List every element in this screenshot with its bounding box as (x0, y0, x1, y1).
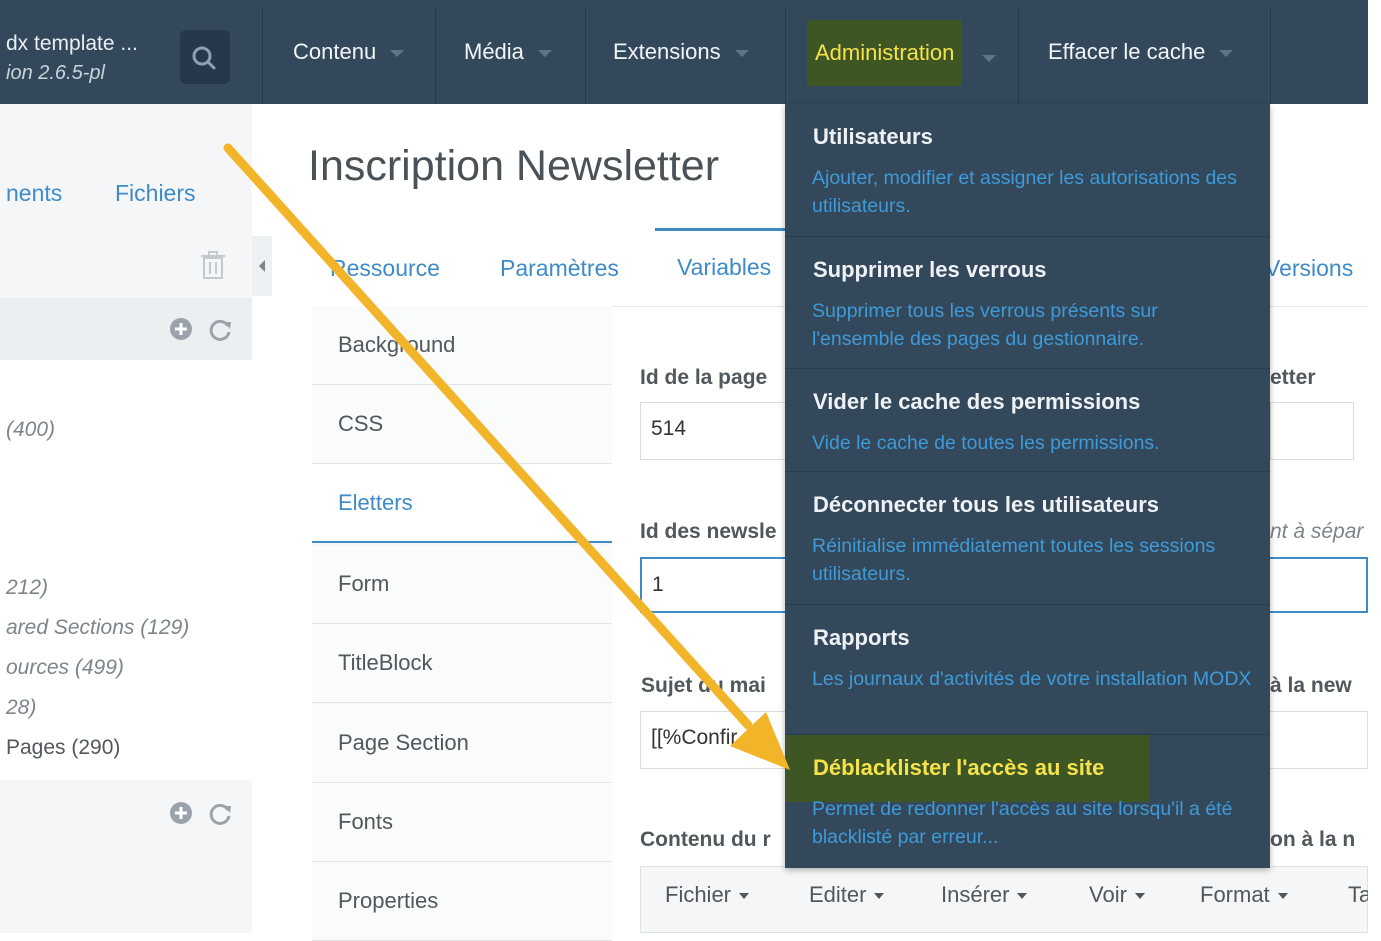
vtab-background[interactable]: Background (312, 306, 612, 385)
tree-node[interactable]: 212) (6, 576, 48, 600)
nav-divider (1270, 8, 1271, 104)
menu-item-desc: Réinitialise immédiatement toutes les se… (812, 535, 1216, 585)
menu-item-title: Déconnecter tous les utilisateurs (813, 492, 1159, 517)
menu-item-title: Supprimer les verrous (813, 257, 1047, 282)
caret-down-icon (390, 50, 405, 57)
caret-down-icon (537, 50, 552, 57)
nav-divider (435, 8, 436, 104)
nav-contenu[interactable]: Contenu (293, 0, 405, 104)
menu-item-deconnecter-utilisateurs[interactable]: Déconnecter tous les utilisateurs Réinit… (785, 472, 1270, 605)
refresh-icon[interactable] (206, 316, 234, 351)
newsletter-ids-label: Id des newsle (640, 520, 777, 543)
caret-down-icon (734, 50, 749, 57)
tree-node[interactable]: 28) (6, 696, 36, 720)
mail-content-label: Contenu du r (640, 828, 771, 851)
tree-tab-files[interactable]: Fichiers (115, 180, 196, 207)
trash-icon[interactable] (200, 250, 226, 287)
caret-down-icon (739, 893, 750, 900)
page-title: Inscription Newsletter (308, 142, 720, 190)
menu-item-supprimer-verrous[interactable]: Supprimer les verrous Supprimer tous les… (785, 237, 1270, 369)
menu-item-desc: Vide le cache de toutes les permissions. (812, 432, 1160, 454)
tree-tab-elements[interactable]: nents (6, 180, 62, 207)
tab-ressource[interactable]: Ressource (330, 255, 440, 282)
nav-extensions[interactable]: Extensions (613, 0, 749, 104)
nav-divider (785, 8, 786, 104)
tab-variables[interactable]: Variables (677, 254, 771, 281)
nav-divider (262, 8, 263, 104)
add-icon[interactable] (168, 316, 194, 349)
vtab-form[interactable]: Form (312, 545, 612, 624)
vtab-properties[interactable]: Properties (312, 862, 612, 941)
add-icon[interactable] (168, 800, 194, 833)
page-edge (1368, 0, 1381, 933)
menu-item-desc: Les journaux d'activités de votre instal… (812, 668, 1252, 690)
collapse-tree-handle[interactable] (252, 236, 272, 296)
vtab-fonts[interactable]: Fonts (312, 783, 612, 862)
editor-menu-voir[interactable]: Voir (1089, 882, 1145, 908)
menu-item-deblacklister[interactable]: Déblacklister l'accès au site Permet de … (785, 735, 1270, 868)
editor-menu-inserer[interactable]: Insérer (941, 882, 1028, 908)
vtab-page-section[interactable]: Page Section (312, 704, 612, 783)
editor-menu-editer[interactable]: Editer (809, 882, 885, 908)
caret-down-icon (1277, 893, 1288, 900)
editor-menu-format[interactable]: Format (1200, 882, 1288, 908)
chevron-left-icon (259, 260, 265, 272)
search-icon (192, 46, 216, 70)
menu-item-desc: Permet de redonner l'accès au site lorsq… (812, 798, 1233, 848)
mail-subject-label: Sujet du mai (641, 674, 766, 697)
refresh-icon[interactable] (206, 800, 234, 835)
caret-down-icon (1134, 893, 1145, 900)
field-input-right[interactable] (1270, 402, 1354, 460)
nav-divider (585, 8, 586, 104)
nav-divider (1018, 8, 1019, 104)
caret-down-icon (1017, 893, 1028, 900)
nav-effacer-cache[interactable]: Effacer le cache (1048, 0, 1234, 104)
editor-menu-fichier[interactable]: Fichier (665, 882, 750, 908)
administration-dropdown: Utilisateurs Ajouter, modifier et assign… (785, 104, 1270, 868)
tree-node[interactable]: (400) (6, 418, 55, 442)
caret-down-icon (982, 55, 996, 62)
menu-item-vider-cache-permissions[interactable]: Vider le cache des permissions Vide le c… (785, 369, 1270, 472)
menu-item-title: Déblacklister l'accès au site (813, 755, 1105, 780)
field-label-right: on à la n (1270, 828, 1356, 851)
menu-item-title: Utilisateurs (813, 124, 933, 149)
menu-item-title: Rapports (813, 625, 910, 650)
vtab-eletters[interactable]: Eletters (312, 464, 612, 543)
field-label-right: etter (1270, 366, 1316, 389)
search-button[interactable] (180, 30, 230, 84)
vtab-css[interactable]: CSS (312, 385, 612, 464)
page-id-label: Id de la page (640, 366, 768, 389)
caret-down-icon (874, 893, 885, 900)
nav-administration[interactable]: Administration (807, 20, 963, 86)
tree-node[interactable]: Pages (290) (6, 736, 120, 760)
caret-down-icon (1219, 50, 1234, 57)
field-hint: nt à sépar (1270, 520, 1364, 543)
tab-parametres[interactable]: Paramètres (500, 255, 619, 282)
menu-item-title: Vider le cache des permissions (813, 389, 1141, 414)
site-version: ion 2.6.5-pl (6, 62, 105, 84)
field-label-right: à la new (1270, 674, 1352, 697)
tree-node[interactable]: ources (499) (6, 656, 124, 680)
site-title[interactable]: dx template ... (6, 32, 138, 56)
tree-node[interactable]: ared Sections (129) (6, 616, 189, 640)
nav-media[interactable]: Média (464, 0, 552, 104)
vtab-titleblock[interactable]: TitleBlock (312, 624, 612, 703)
menu-item-desc: Ajouter, modifier et assigner les autori… (812, 167, 1237, 217)
menu-item-rapports[interactable]: Rapports Les journaux d'activités de vot… (785, 605, 1270, 735)
menu-item-utilisateurs[interactable]: Utilisateurs Ajouter, modifier et assign… (785, 104, 1270, 237)
tab-versions[interactable]: Versions (1265, 255, 1353, 282)
menu-item-desc: Supprimer tous les verrous présents sur … (812, 300, 1158, 350)
